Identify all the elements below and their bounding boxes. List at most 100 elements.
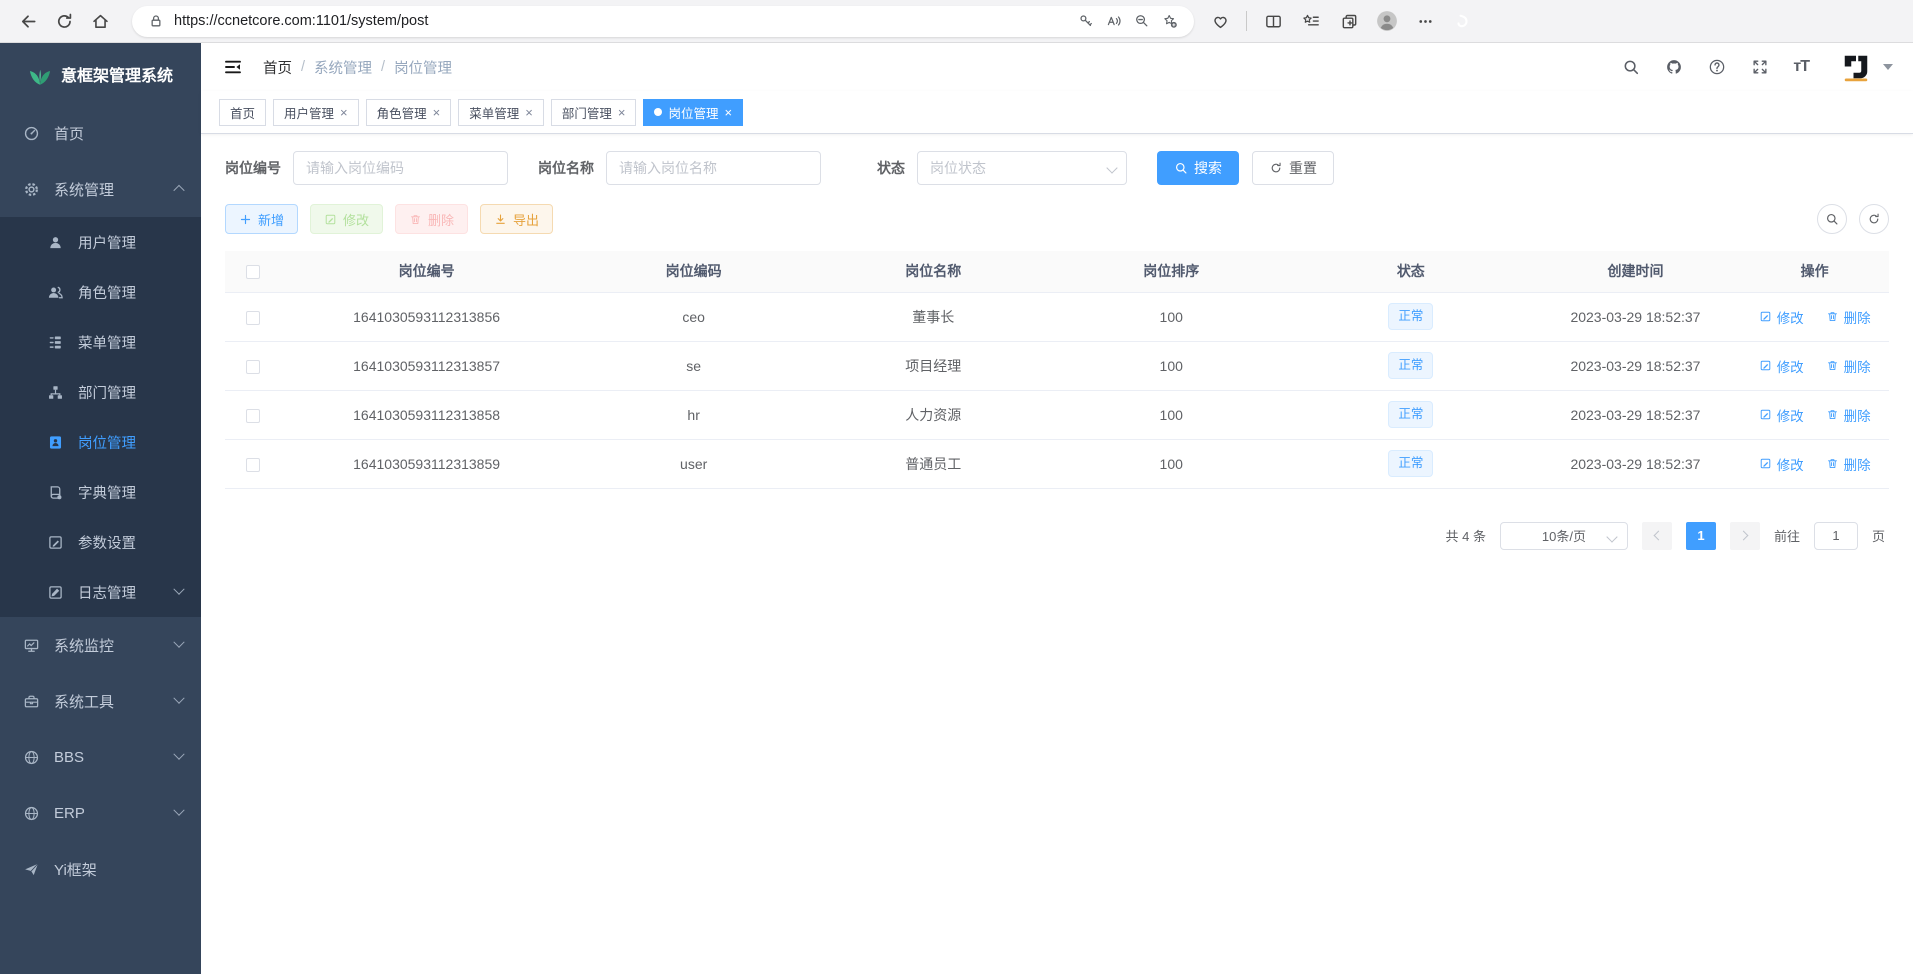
- table-search-toggle-button[interactable]: [1817, 204, 1847, 234]
- breadcrumb-system[interactable]: 系统管理: [314, 57, 372, 78]
- add-button[interactable]: 新增: [225, 204, 298, 234]
- user-avatar[interactable]: [1838, 49, 1874, 85]
- tab-close-icon[interactable]: ×: [618, 106, 626, 119]
- password-key-icon[interactable]: [1072, 8, 1100, 34]
- row-edit-link[interactable]: 修改: [1759, 454, 1804, 474]
- row-edit-link[interactable]: 修改: [1759, 356, 1804, 376]
- row-delete-link[interactable]: 删除: [1826, 356, 1871, 376]
- row-edit-link[interactable]: 修改: [1759, 307, 1804, 327]
- row-delete-link[interactable]: 删除: [1826, 307, 1871, 327]
- tab-close-icon[interactable]: ×: [433, 106, 441, 119]
- sidebar-item-yi-framework[interactable]: Yi框架: [0, 841, 201, 897]
- font-size-icon[interactable]: ᴛT: [1793, 58, 1809, 76]
- next-page-button[interactable]: [1730, 522, 1760, 550]
- sidebar-item-home[interactable]: 首页: [0, 105, 201, 161]
- sidebar-item-log-management[interactable]: 日志管理: [0, 567, 201, 617]
- tab-role-management[interactable]: 角色管理 ×: [366, 99, 452, 126]
- app-header: 首页 / 系统管理 / 岗位管理 ᴛT: [201, 43, 1913, 91]
- row-checkbox[interactable]: [246, 409, 260, 423]
- row-delete-link[interactable]: 删除: [1826, 454, 1871, 474]
- post-code-input[interactable]: [293, 151, 508, 185]
- select-all-checkbox[interactable]: [246, 265, 260, 279]
- copilot-icon[interactable]: [1447, 5, 1479, 37]
- sidebar-item-user-management[interactable]: 用户管理: [0, 217, 201, 267]
- fullscreen-icon[interactable]: [1750, 57, 1770, 77]
- tab-department-management[interactable]: 部门管理 ×: [551, 99, 637, 126]
- tab-label: 角色管理: [377, 103, 427, 122]
- sidebar-item-bbs[interactable]: BBS: [0, 729, 201, 785]
- lock-icon[interactable]: [142, 8, 170, 34]
- breadcrumb-home[interactable]: 首页: [263, 57, 292, 78]
- browser-refresh-button[interactable]: [46, 3, 82, 39]
- row-delete-link[interactable]: 删除: [1826, 405, 1871, 425]
- browser-back-button[interactable]: [10, 3, 46, 39]
- app-logo[interactable]: 意框架管理系统: [0, 43, 201, 105]
- sidebar-item-label: 字典管理: [78, 482, 136, 503]
- chevron-down-icon: [173, 805, 184, 816]
- status-select-input[interactable]: [917, 151, 1127, 185]
- sidebar-collapse-icon[interactable]: [221, 55, 245, 79]
- row-checkbox[interactable]: [246, 311, 260, 325]
- status-select[interactable]: [917, 151, 1127, 185]
- sidebar-item-label: Yi框架: [54, 859, 97, 880]
- sidebar-item-post-management[interactable]: 岗位管理: [0, 417, 201, 467]
- sidebar-item-label: 岗位管理: [78, 432, 136, 453]
- goto-page-input[interactable]: [1814, 522, 1858, 550]
- sidebar-item-system-tools[interactable]: 系统工具: [0, 673, 201, 729]
- add-favorite-icon[interactable]: [1156, 8, 1184, 34]
- monitor-icon: [22, 636, 41, 655]
- export-button[interactable]: 导出: [480, 204, 553, 234]
- sidebar-item-parameter-settings[interactable]: 参数设置: [0, 517, 201, 567]
- tab-home[interactable]: 首页: [219, 99, 266, 126]
- table-row: 1641030593112313857 se 项目经理 100 正常 2023-…: [225, 341, 1889, 390]
- tab-close-icon[interactable]: ×: [525, 106, 533, 119]
- tab-close-icon[interactable]: ×: [340, 106, 348, 119]
- zoom-out-icon[interactable]: [1128, 8, 1156, 34]
- prev-page-button[interactable]: [1642, 522, 1672, 550]
- table-refresh-button[interactable]: [1859, 204, 1889, 234]
- sidebar-item-erp[interactable]: ERP: [0, 785, 201, 841]
- tab-menu-management[interactable]: 菜单管理 ×: [458, 99, 544, 126]
- address-bar[interactable]: https://ccnetcore.com:1101/system/post: [132, 6, 1194, 37]
- filter-status: 状态: [877, 151, 1127, 185]
- sidebar-item-label: 系统工具: [54, 691, 114, 712]
- github-icon[interactable]: [1664, 57, 1684, 77]
- sidebar-item-menu-management[interactable]: 菜单管理: [0, 317, 201, 367]
- browser-menu-icon[interactable]: [1409, 5, 1441, 37]
- help-icon[interactable]: [1707, 57, 1727, 77]
- url-text[interactable]: https://ccnetcore.com:1101/system/post: [174, 13, 1072, 29]
- browser-home-button[interactable]: [82, 3, 118, 39]
- page-1-button[interactable]: 1: [1686, 522, 1716, 550]
- page-size-select[interactable]: 10条/页: [1500, 522, 1628, 550]
- sidebar-item-dictionary-management[interactable]: 字典管理: [0, 467, 201, 517]
- browser-essentials-icon[interactable]: [1204, 5, 1236, 37]
- user-avatar-menu[interactable]: [1838, 49, 1893, 85]
- tab-close-icon[interactable]: ×: [724, 106, 732, 119]
- row-checkbox[interactable]: [246, 458, 260, 472]
- row-checkbox[interactable]: [246, 360, 260, 374]
- reset-button-label: 重置: [1289, 158, 1317, 178]
- sidebar-item-system-management[interactable]: 系统管理: [0, 161, 201, 217]
- edit-button[interactable]: 修改: [310, 204, 383, 234]
- edit-square-icon: [46, 533, 65, 552]
- post-name-input[interactable]: [606, 151, 821, 185]
- split-screen-icon[interactable]: [1257, 5, 1289, 37]
- col-status: 状态: [1291, 251, 1531, 292]
- tab-post-management[interactable]: 岗位管理 ×: [643, 99, 743, 126]
- row-edit-link[interactable]: 修改: [1759, 405, 1804, 425]
- sidebar-item-role-management[interactable]: 角色管理: [0, 267, 201, 317]
- reset-button[interactable]: 重置: [1252, 151, 1334, 185]
- sidebar-item-system-monitor[interactable]: 系统监控: [0, 617, 201, 673]
- header-search-icon[interactable]: [1621, 57, 1641, 77]
- collections-icon[interactable]: [1333, 5, 1365, 37]
- org-chart-icon: [46, 383, 65, 402]
- read-aloud-icon[interactable]: [1100, 8, 1128, 34]
- tab-user-management[interactable]: 用户管理 ×: [273, 99, 359, 126]
- app-title: 意框架管理系统: [61, 62, 173, 86]
- delete-button[interactable]: 删除: [395, 204, 468, 234]
- favorites-icon[interactable]: [1295, 5, 1327, 37]
- sidebar-item-department-management[interactable]: 部门管理: [0, 367, 201, 417]
- browser-profile-avatar[interactable]: [1371, 5, 1403, 37]
- search-button[interactable]: 搜索: [1157, 151, 1239, 185]
- sidebar-item-label: 日志管理: [78, 582, 136, 603]
